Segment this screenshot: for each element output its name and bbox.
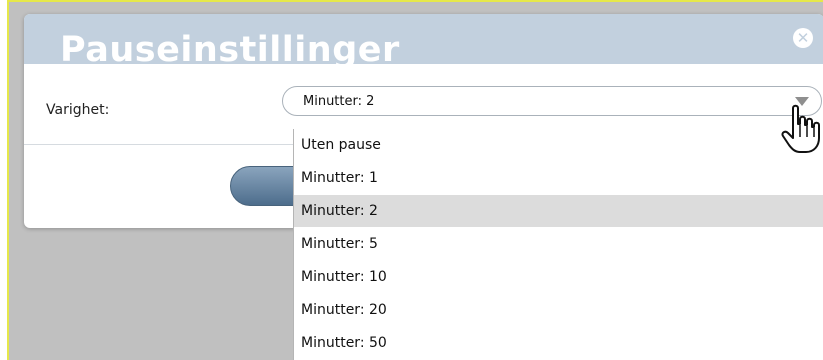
duration-select[interactable]: Minutter: 2 (282, 86, 822, 116)
hand-cursor-icon (781, 104, 820, 153)
dropdown-option-5[interactable]: Minutter: 5 (294, 228, 823, 260)
duration-select-value: Minutter: 2 (303, 94, 375, 109)
dropdown-option-10[interactable]: Minutter: 10 (294, 261, 823, 293)
dropdown-option-20[interactable]: Minutter: 20 (294, 294, 823, 326)
dialog-title: Pauseinstillinger (60, 30, 400, 70)
duration-label: Varighet: (46, 102, 110, 118)
dropdown-option-uten-pause[interactable]: Uten pause (294, 129, 823, 161)
dropdown-option-50[interactable]: Minutter: 50 (294, 327, 823, 359)
dialog-header: Pauseinstillinger ✕ (24, 14, 823, 70)
close-icon[interactable]: ✕ (793, 28, 813, 48)
dropdown-option-2[interactable]: Minutter: 2 (294, 195, 823, 227)
dropdown-option-1[interactable]: Minutter: 1 (294, 162, 823, 194)
duration-dropdown-list: Uten pause Minutter: 1 Minutter: 2 Minut… (293, 129, 823, 360)
